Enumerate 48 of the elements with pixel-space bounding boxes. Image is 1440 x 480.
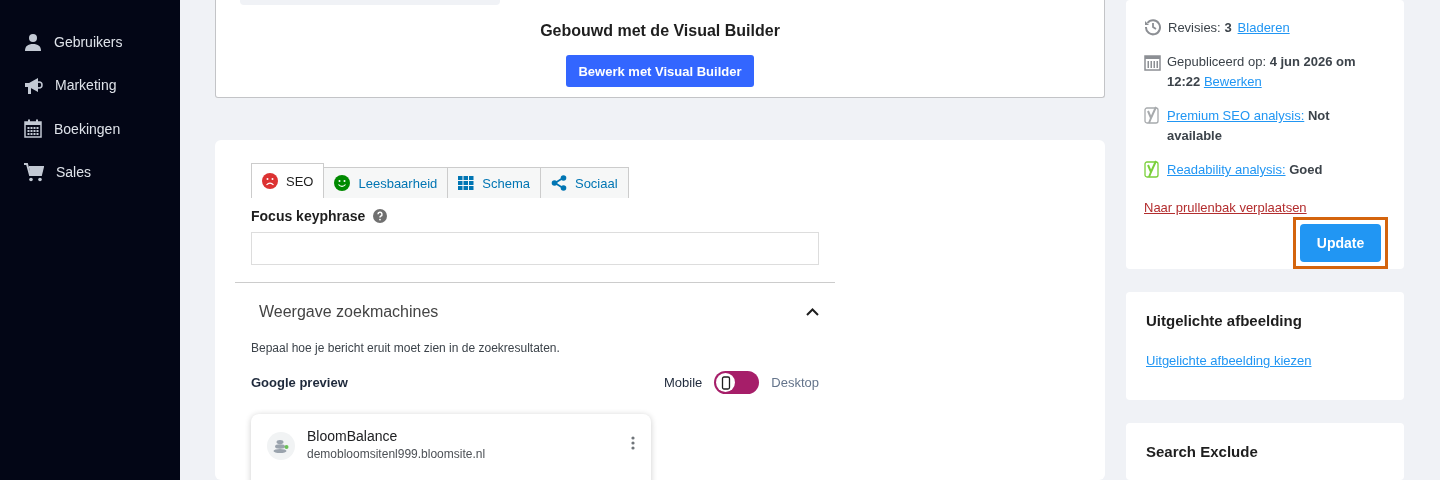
- calendar-icon: [1144, 53, 1161, 71]
- visual-builder-button[interactable]: Bewerk met Visual Builder: [566, 55, 754, 87]
- mode-label: Desktop: [771, 375, 819, 390]
- megaphone-icon: [24, 75, 43, 95]
- mode-label: Mobile: [664, 375, 703, 390]
- history-icon: [1144, 18, 1162, 36]
- sidebar-item[interactable]: Boekingen: [0, 107, 180, 151]
- site-name: BloomBalance: [307, 428, 399, 444]
- stones-icon: [267, 432, 295, 460]
- seo-tab[interactable]: SEO: [251, 163, 325, 198]
- browse-link[interactable]: Bladeren: [1237, 18, 1290, 38]
- smiley-icon: [334, 175, 351, 191]
- trash-link[interactable]: Naar prullenbak verplaatsen: [1144, 200, 1307, 215]
- sidebar-item[interactable]: Marketing: [0, 63, 180, 107]
- field-label: Focus keyphrase: [251, 208, 366, 224]
- builder-heading: Gebouwd met de Visual Builder: [540, 22, 780, 40]
- analysis-link[interactable]: Premium SEO analysis:: [1167, 108, 1305, 123]
- keyphrase-input[interactable]: [251, 232, 819, 265]
- sidebar-item[interactable]: Sales: [0, 150, 180, 194]
- published-date: Gepubliceerd op: 4 jun 2026 om 12:22 Bewerken: [1167, 53, 1357, 91]
- preview-label: Google preview: [251, 375, 348, 390]
- section-toggle[interactable]: Weergave zoekmachines: [235, 283, 835, 341]
- more-icon[interactable]: [631, 436, 635, 450]
- mode-toggle[interactable]: [714, 371, 760, 394]
- seo-tab[interactable]: Sociaal: [539, 167, 629, 198]
- analysis-link[interactable]: Readability analysis:: [1167, 162, 1286, 177]
- revisions-label: Revisies: 3: [1168, 19, 1232, 37]
- featured-image-link[interactable]: Uitgelichte afbeelding kiezen: [1146, 353, 1312, 368]
- seo-tab[interactable]: Schema: [447, 167, 541, 198]
- phone-icon: [720, 375, 731, 390]
- calendar-icon: [24, 119, 42, 139]
- panel-title: Uitgelichte afbeelding: [1146, 311, 1303, 329]
- help-icon: [373, 209, 388, 223]
- analysis-status: Readability analysis: Goed: [1167, 161, 1323, 179]
- edit-link[interactable]: Bewerken: [1203, 74, 1262, 89]
- user-icon: [24, 32, 42, 51]
- site-url: demobloomsitenl999.bloomsite.nl: [307, 447, 486, 461]
- seo-tab[interactable]: Leesbaarheid: [323, 167, 449, 198]
- analysis-status: Premium SEO analysis: Not available: [1167, 107, 1331, 145]
- section-description: Bepaal hoe je bericht eruit moet zien in de zoekresultaten.: [251, 341, 561, 355]
- yoast-icon: [1144, 160, 1161, 178]
- yoast-icon: [1144, 106, 1161, 124]
- cart-icon: [24, 162, 44, 182]
- sidebar-item[interactable]: Gebruikers: [0, 20, 180, 64]
- chevron-icon: [806, 308, 819, 316]
- panel-title: Search Exclude: [1146, 442, 1259, 461]
- update-button[interactable]: Update: [1300, 224, 1381, 262]
- sad-face-icon: [262, 173, 278, 189]
